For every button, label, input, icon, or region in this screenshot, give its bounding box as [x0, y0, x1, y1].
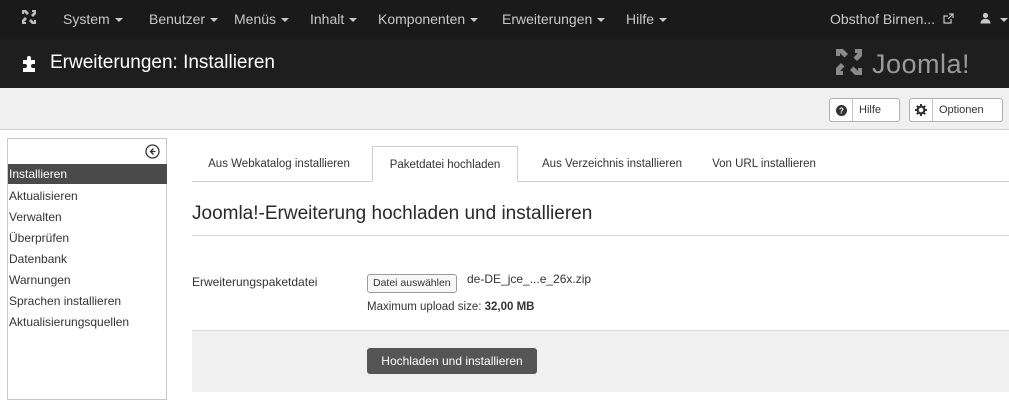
menu-benutzer-label: Benutzer [149, 11, 206, 27]
svg-text:?: ? [839, 106, 844, 115]
menu-hilfe[interactable]: Hilfe [626, 11, 668, 27]
form-actions [192, 330, 1009, 392]
menu-menues[interactable]: Menüs [234, 11, 290, 27]
max-upload-label: Maximum upload size: [367, 301, 485, 313]
tab-label: Von URL installieren [712, 158, 816, 170]
chevron-down-icon [597, 18, 606, 23]
sidebar-item-ueberpruefen[interactable]: Überprüfen [8, 228, 167, 248]
joomla-logo-icon [832, 46, 866, 83]
tab-label: Aus Webkatalog installieren [208, 158, 350, 170]
page-header: Erweiterungen: Installieren Joomla! [0, 38, 1009, 88]
sidebar-item-sprachen[interactable]: Sprachen installieren [8, 291, 167, 311]
file-chooser-label: Datei auswählen [373, 277, 451, 289]
upload-install-label: Hochladen und installieren [381, 354, 523, 368]
tab-paketdatei[interactable]: Paketdatei hochladen [372, 146, 518, 182]
chevron-down-icon [210, 18, 219, 23]
toolbar: ? Hilfe Optionen [0, 88, 1009, 130]
menu-inhalt[interactable]: Inhalt [310, 11, 358, 27]
sidebar-item-label: Aktualisierungsquellen [9, 315, 130, 329]
gear-icon [910, 99, 933, 121]
options-button-label: Optionen [939, 104, 984, 116]
chevron-down-icon [659, 18, 668, 23]
file-chooser-button[interactable]: Datei auswählen [367, 274, 457, 293]
options-button[interactable]: Optionen [909, 98, 1003, 122]
max-upload-value: 32,00 MB [484, 301, 535, 313]
menu-inhalt-label: Inhalt [310, 11, 345, 27]
user-icon [980, 11, 995, 27]
sidebar-item-label: Überprüfen [9, 231, 70, 245]
user-menu[interactable] [980, 11, 1008, 27]
sidebar-item-aktualisierungsquellen[interactable]: Aktualisierungsquellen [8, 312, 167, 332]
chevron-down-icon [349, 18, 358, 23]
sidebar-item-datenbank[interactable]: Datenbank [8, 249, 167, 269]
help-button[interactable]: ? Hilfe [829, 98, 900, 122]
puzzle-piece-icon [20, 53, 40, 78]
menu-hilfe-label: Hilfe [626, 11, 655, 27]
joomla-wordmark: Joomla! [872, 49, 971, 79]
sidebar-item-label: Installieren [9, 167, 68, 181]
external-link-icon [943, 11, 954, 27]
tab-verzeichnis[interactable]: Aus Verzeichnis installieren [524, 146, 700, 182]
joomla-brand: Joomla! [832, 46, 970, 83]
menu-system[interactable]: System [63, 11, 123, 27]
help-button-label: Hilfe [859, 104, 882, 116]
sidebar-item-label: Aktualisieren [9, 189, 78, 203]
sidebar-item-label: Verwalten [9, 210, 62, 224]
menu-komponenten-label: Komponenten [378, 11, 466, 27]
top-navbar: System Benutzer Menüs Inhalt Komponenten… [0, 0, 1009, 38]
menu-menues-label: Menüs [234, 11, 277, 27]
menu-erweiterungen-label: Erweiterungen [502, 11, 593, 27]
joomla-icon[interactable] [20, 8, 38, 31]
heading-divider [192, 235, 1009, 236]
sidebar-item-label: Datenbank [9, 252, 68, 266]
sidebar-item-installieren[interactable]: Installieren [8, 164, 167, 184]
site-link-label: Obsthof Birnen... [830, 11, 936, 27]
menu-komponenten[interactable]: Komponenten [378, 11, 479, 27]
tab-label: Paketdatei hochladen [389, 159, 501, 171]
collapse-arrow-icon[interactable] [145, 144, 160, 164]
tab-label: Aus Verzeichnis installieren [542, 158, 682, 170]
chevron-down-icon [281, 18, 290, 23]
sidebar-item-label: Warnungen [9, 273, 71, 287]
site-link[interactable]: Obsthof Birnen... [830, 11, 954, 27]
sidebar-item-label: Sprachen installieren [9, 294, 122, 308]
selected-file-name: de-DE_jce_...e_26x.zip [467, 272, 592, 286]
chevron-down-icon [999, 18, 1008, 23]
sidebar: Installieren Aktualisieren Verwalten Übe… [7, 138, 167, 400]
max-upload-info: Maximum upload size: 32,00 MB [367, 301, 534, 313]
tab-webkatalog[interactable]: Aus Webkatalog installieren [192, 146, 366, 182]
menu-system-label: System [63, 11, 110, 27]
tab-url[interactable]: Von URL installieren [702, 146, 826, 182]
field-label: Erweiterungspaketdatei [192, 275, 318, 289]
chevron-down-icon [470, 18, 479, 23]
upload-install-button[interactable]: Hochladen und installieren [367, 348, 537, 374]
menu-benutzer[interactable]: Benutzer [149, 11, 219, 27]
question-icon: ? [830, 99, 853, 121]
section-heading: Joomla!-Erweiterung hochladen und instal… [192, 203, 593, 224]
page-title: Erweiterungen: Installieren [50, 52, 275, 73]
sidebar-item-aktualisieren[interactable]: Aktualisieren [8, 186, 167, 206]
menu-erweiterungen[interactable]: Erweiterungen [502, 11, 606, 27]
sidebar-item-warnungen[interactable]: Warnungen [8, 270, 167, 290]
sidebar-item-verwalten[interactable]: Verwalten [8, 207, 167, 227]
chevron-down-icon [114, 18, 123, 23]
